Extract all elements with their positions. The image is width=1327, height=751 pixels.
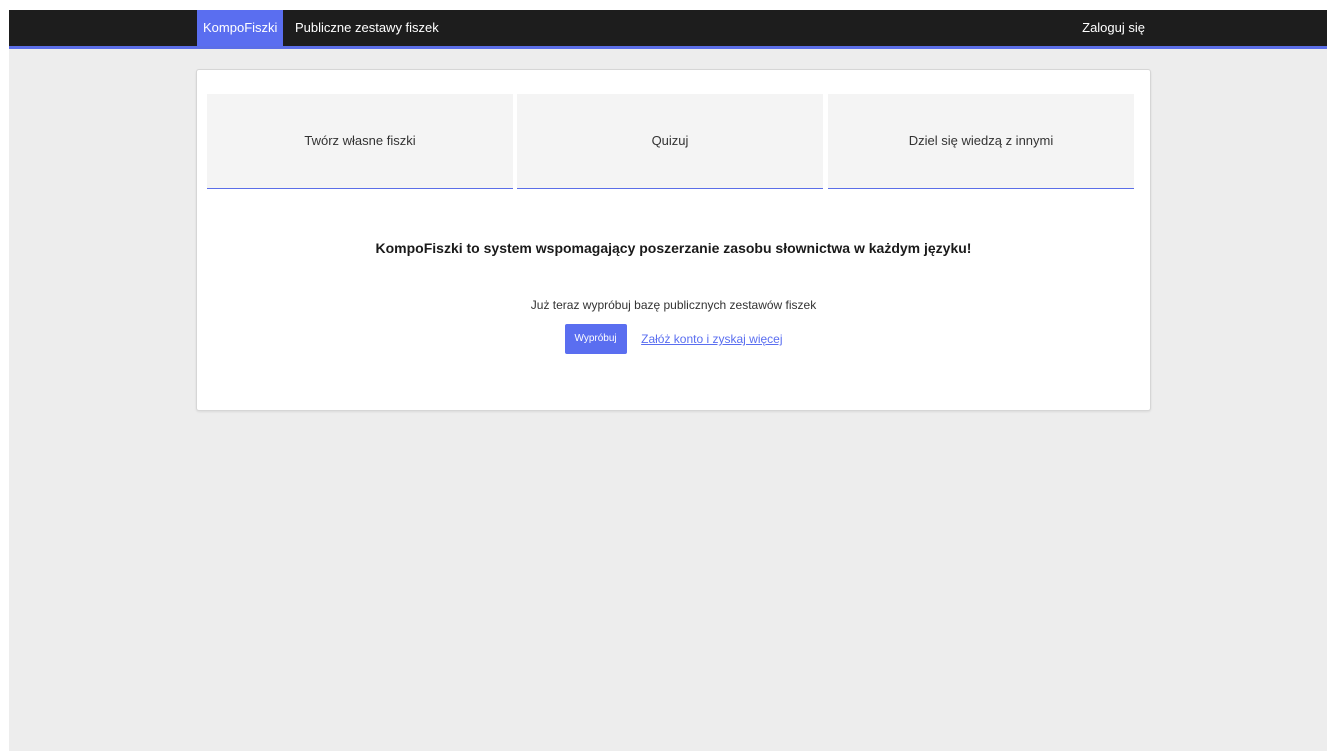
- feature-create-flashcards: Twórz własne fiszki: [207, 94, 513, 189]
- features-row: Twórz własne fiszki Quizuj Dziel się wie…: [207, 94, 1135, 190]
- try-prompt-text: Już teraz wypróbuj bazę publicznych zest…: [530, 298, 817, 312]
- hero-card: Twórz własne fiszki Quizuj Dziel się wie…: [196, 69, 1151, 411]
- top-navbar: KompoFiszki Publiczne zestawy fiszek Zal…: [9, 10, 1327, 49]
- register-link[interactable]: Załóż konto i zyskaj więcej: [641, 332, 782, 346]
- try-button[interactable]: Wypróbuj: [564, 324, 627, 354]
- actions-row: Wypróbuj Załóż konto i zyskaj więcej: [197, 324, 1150, 354]
- login-link[interactable]: Zaloguj się: [1082, 10, 1145, 46]
- public-sets-nav-link[interactable]: Publiczne zestawy fiszek: [295, 10, 439, 46]
- feature-quiz: Quizuj: [517, 94, 823, 189]
- page-headline: KompoFiszki to system wspomagający posze…: [375, 240, 972, 256]
- page-viewport: KompoFiszki Publiczne zestawy fiszek Zal…: [9, 10, 1327, 751]
- brand-logo-link[interactable]: KompoFiszki: [197, 10, 284, 46]
- feature-share-knowledge: Dziel się wiedzą z innymi: [828, 94, 1134, 189]
